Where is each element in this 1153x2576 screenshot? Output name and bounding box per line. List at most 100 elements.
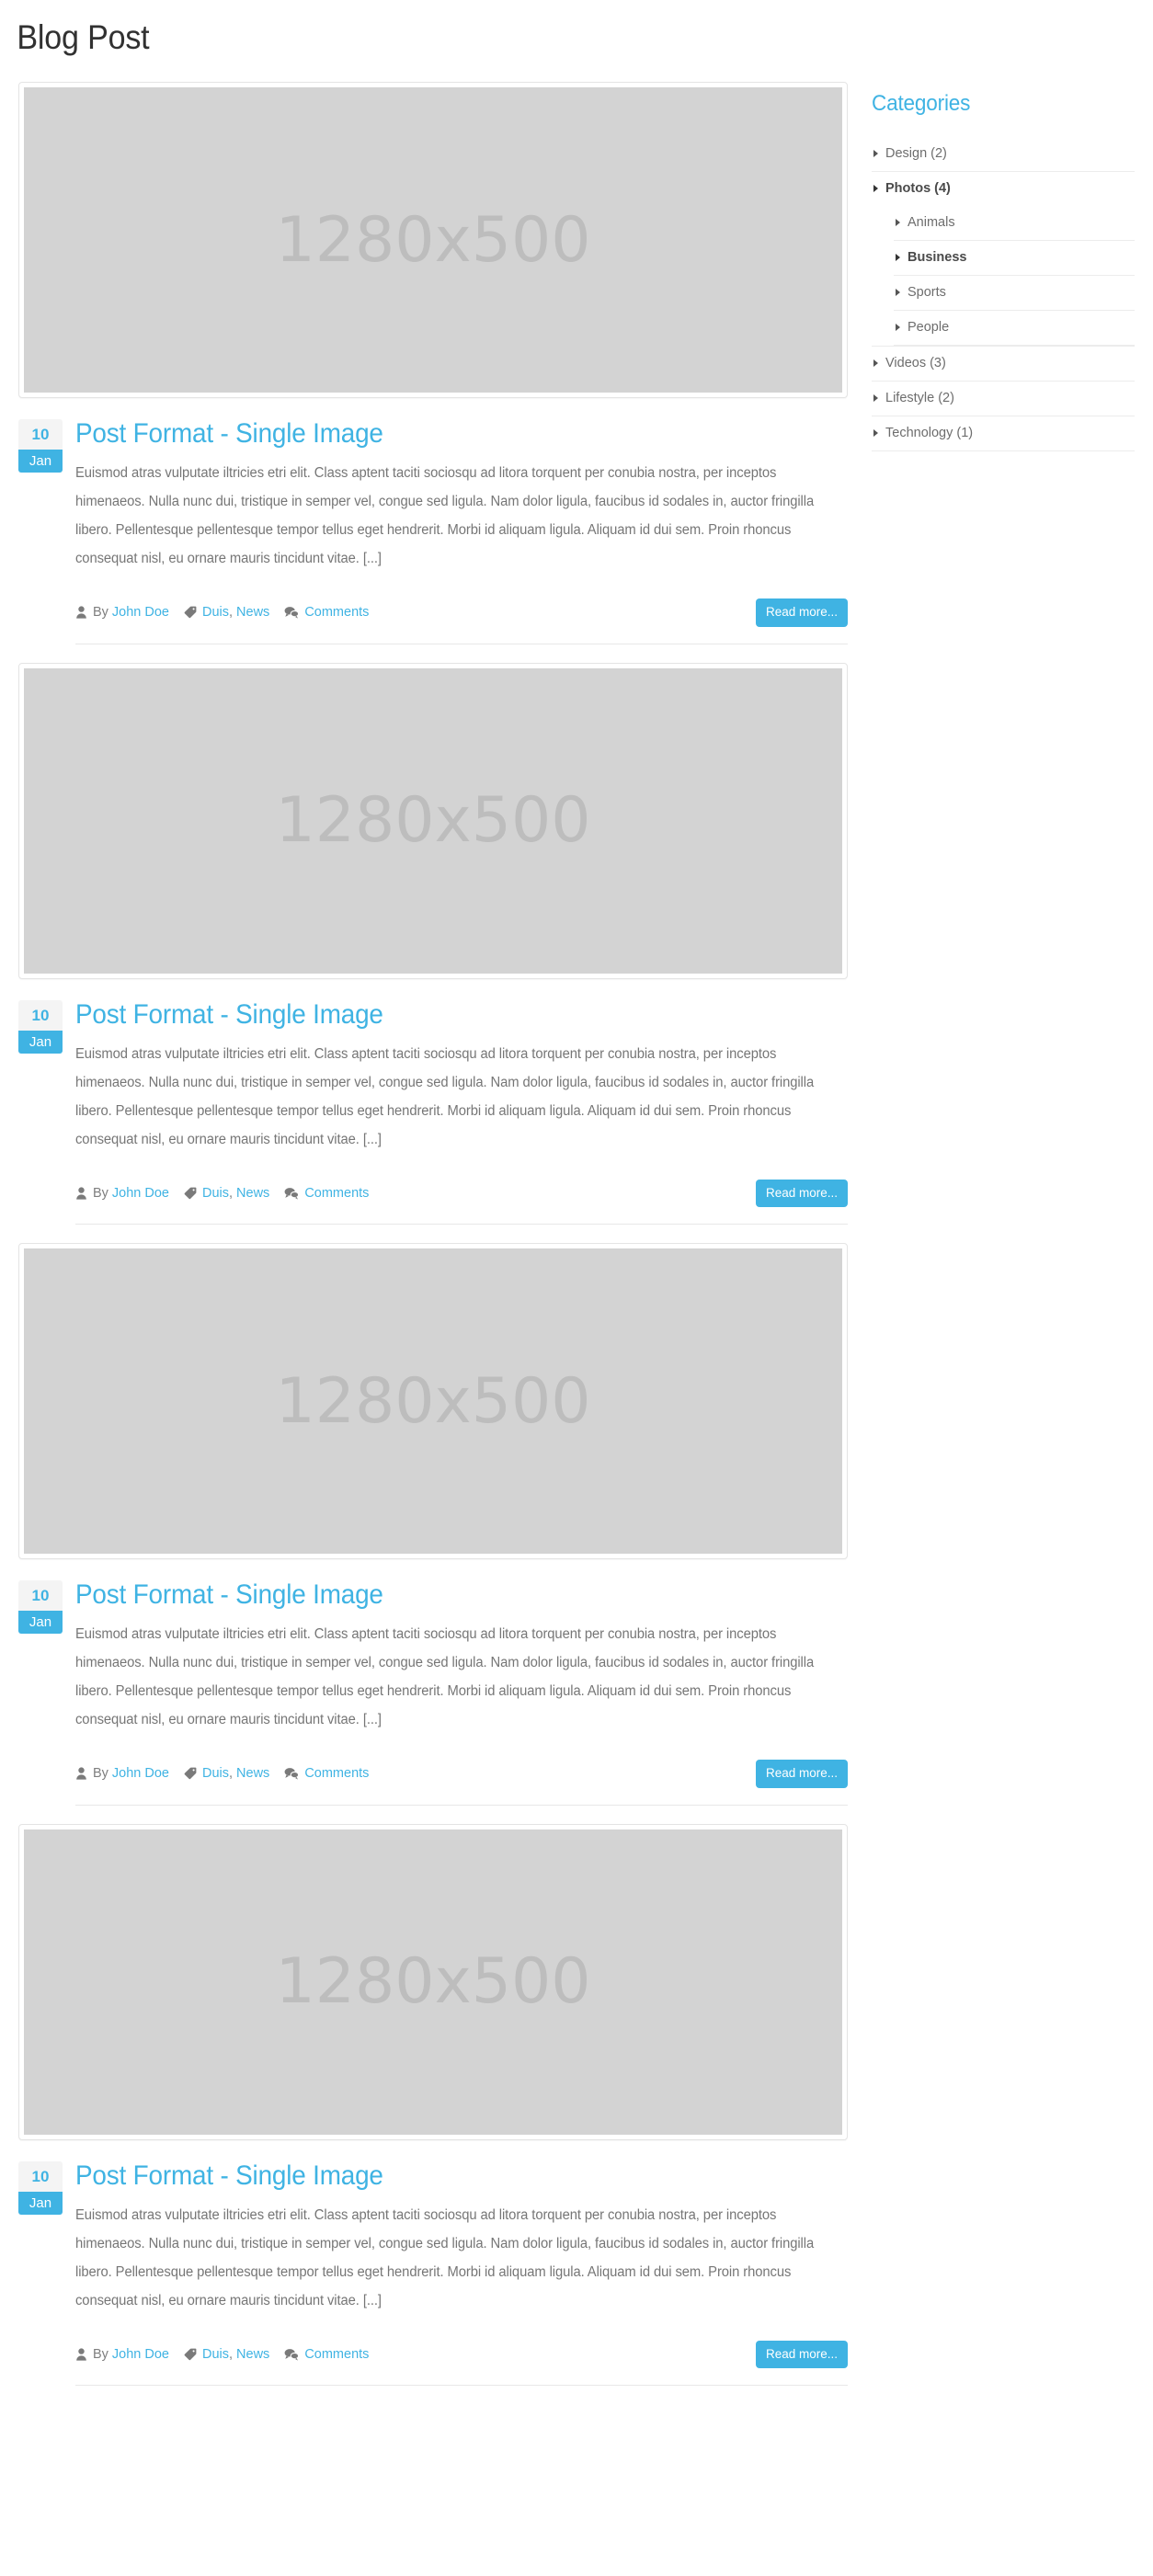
category-link-videos-3[interactable]: Videos (3) — [872, 347, 1135, 381]
meta-tag-first[interactable]: Duis — [202, 1766, 229, 1781]
tag-icon — [184, 1767, 197, 1780]
meta-comments: Comments — [284, 1186, 369, 1201]
subcategory-item-sports: Sports — [894, 276, 1135, 311]
subcategory-link-business[interactable]: Business — [894, 241, 1135, 275]
blog-post-3: 1280x500 10 Jan Post Format - Single Ima… — [18, 1243, 848, 1806]
post-date-month: Jan — [18, 2191, 63, 2215]
category-item-photos-4: Photos (4) Animals Business Sports Peopl… — [872, 172, 1135, 347]
category-label: Business — [908, 249, 967, 265]
meta-tag-first[interactable]: Duis — [202, 2347, 229, 2362]
comment-icon — [284, 1767, 300, 1780]
caret-right-icon — [896, 254, 900, 262]
subcategory-link-people[interactable]: People — [894, 311, 1135, 345]
caret-right-icon — [896, 219, 900, 227]
image-placeholder: 1280x500 — [24, 87, 842, 393]
category-link-photos-4[interactable]: Photos (4) — [872, 172, 1135, 206]
post-thumbnail[interactable]: 1280x500 — [18, 1243, 848, 1559]
blog-post-1: 1280x500 10 Jan Post Format - Single Ima… — [18, 82, 848, 644]
meta-tag-second[interactable]: News — [236, 1766, 269, 1781]
meta-tag-first[interactable]: Duis — [202, 1186, 229, 1201]
comment-icon — [284, 606, 300, 619]
meta-tag-separator: , — [229, 1766, 234, 1782]
post-title-link[interactable]: Post Format - Single Image — [75, 419, 793, 449]
caret-right-icon — [873, 185, 878, 193]
category-label: Videos (3) — [885, 355, 946, 370]
post-body: 10 Jan Post Format - Single Image Euismo… — [18, 398, 848, 573]
meta-tag-first[interactable]: Duis — [202, 605, 229, 620]
post-thumbnail[interactable]: 1280x500 — [18, 82, 848, 398]
category-item-technology-1: Technology (1) — [872, 416, 1135, 451]
meta-comments-link[interactable]: Comments — [304, 605, 369, 620]
subcategory-link-animals[interactable]: Animals — [894, 206, 1135, 240]
page-layout: 1280x500 10 Jan Post Format - Single Ima… — [0, 82, 1153, 2404]
category-link-design-2[interactable]: Design (2) — [872, 137, 1135, 171]
category-link-lifestyle-2[interactable]: Lifestyle (2) — [872, 382, 1135, 416]
read-more-button[interactable]: Read more... — [755, 1760, 848, 1788]
post-meta-row: By John Doe Duis, News Comments Read mor… — [18, 1179, 848, 1207]
comment-icon — [284, 2348, 300, 2361]
image-placeholder-label: 1280x500 — [275, 784, 591, 857]
meta-comments-link[interactable]: Comments — [304, 1766, 369, 1781]
read-more-button[interactable]: Read more... — [755, 2340, 848, 2368]
image-placeholder: 1280x500 — [24, 667, 842, 974]
meta-by-label: By — [93, 1766, 108, 1782]
comment-icon — [284, 1187, 300, 1200]
sidebar: Categories Design (2) Photos (4) Animals… — [872, 82, 1135, 451]
category-label: Design (2) — [885, 145, 947, 161]
meta-author-link[interactable]: John Doe — [112, 1186, 169, 1201]
post-title-link[interactable]: Post Format - Single Image — [75, 999, 793, 1030]
category-label: People — [908, 319, 950, 335]
caret-right-icon — [873, 359, 878, 368]
subcategories-list: Animals Business Sports People — [872, 206, 1135, 346]
category-link-technology-1[interactable]: Technology (1) — [872, 416, 1135, 450]
post-main: Post Format - Single Image Euismod atras… — [75, 999, 848, 1154]
post-date-badge: 10 Jan — [18, 419, 63, 473]
meta-author-link[interactable]: John Doe — [112, 1766, 169, 1781]
post-meta-row: By John Doe Duis, News Comments Read mor… — [18, 1760, 848, 1788]
post-meta: By John Doe Duis, News Comments — [75, 1186, 369, 1201]
meta-tag-second[interactable]: News — [236, 2347, 269, 2362]
meta-comments-link[interactable]: Comments — [304, 1186, 369, 1201]
post-thumbnail[interactable]: 1280x500 — [18, 1823, 848, 2140]
image-placeholder: 1280x500 — [24, 1829, 842, 2135]
caret-right-icon — [896, 324, 900, 332]
post-main: Post Format - Single Image Euismod atras… — [75, 1580, 848, 1734]
meta-author-link[interactable]: John Doe — [112, 605, 169, 620]
meta-author: By John Doe — [75, 1186, 169, 1201]
meta-tag-separator: , — [229, 1185, 234, 1201]
caret-right-icon — [896, 289, 900, 297]
user-icon — [75, 1767, 87, 1780]
meta-tag-second[interactable]: News — [236, 1186, 269, 1201]
subcategory-link-sports[interactable]: Sports — [894, 276, 1135, 310]
user-icon — [75, 2348, 87, 2361]
meta-tags: Duis, News — [184, 2347, 269, 2362]
read-more-button[interactable]: Read more... — [755, 598, 848, 627]
category-item-lifestyle-2: Lifestyle (2) — [872, 382, 1135, 416]
subcategory-item-business: Business — [894, 241, 1135, 276]
post-divider — [75, 1224, 848, 1225]
meta-comments-link[interactable]: Comments — [304, 2347, 369, 2362]
post-main: Post Format - Single Image Euismod atras… — [75, 419, 848, 573]
meta-comments: Comments — [284, 1766, 369, 1781]
page-title: Blog Post — [17, 18, 150, 56]
read-more-button[interactable]: Read more... — [755, 1179, 848, 1207]
image-placeholder-label: 1280x500 — [275, 203, 591, 277]
meta-tag-second[interactable]: News — [236, 605, 269, 620]
caret-right-icon — [873, 429, 878, 438]
categories-list: Design (2) Photos (4) Animals Business S… — [872, 137, 1135, 451]
blog-post-4: 1280x500 10 Jan Post Format - Single Ima… — [18, 1823, 848, 2386]
post-body: 10 Jan Post Format - Single Image Euismo… — [18, 979, 848, 1154]
post-title-link[interactable]: Post Format - Single Image — [75, 1580, 793, 1610]
post-title-link[interactable]: Post Format - Single Image — [75, 2160, 793, 2191]
caret-right-icon — [873, 150, 878, 158]
post-meta: By John Doe Duis, News Comments — [75, 2347, 369, 2362]
post-thumbnail[interactable]: 1280x500 — [18, 662, 848, 979]
meta-tags: Duis, News — [184, 1766, 269, 1781]
post-date-month: Jan — [18, 1030, 63, 1054]
meta-author-link[interactable]: John Doe — [112, 2347, 169, 2362]
post-meta-row: By John Doe Duis, News Comments Read mor… — [18, 598, 848, 627]
post-meta-row: By John Doe Duis, News Comments Read mor… — [18, 2340, 848, 2368]
subcategory-item-people: People — [894, 311, 1135, 346]
post-date-badge: 10 Jan — [18, 999, 63, 1054]
meta-comments: Comments — [284, 2347, 369, 2362]
